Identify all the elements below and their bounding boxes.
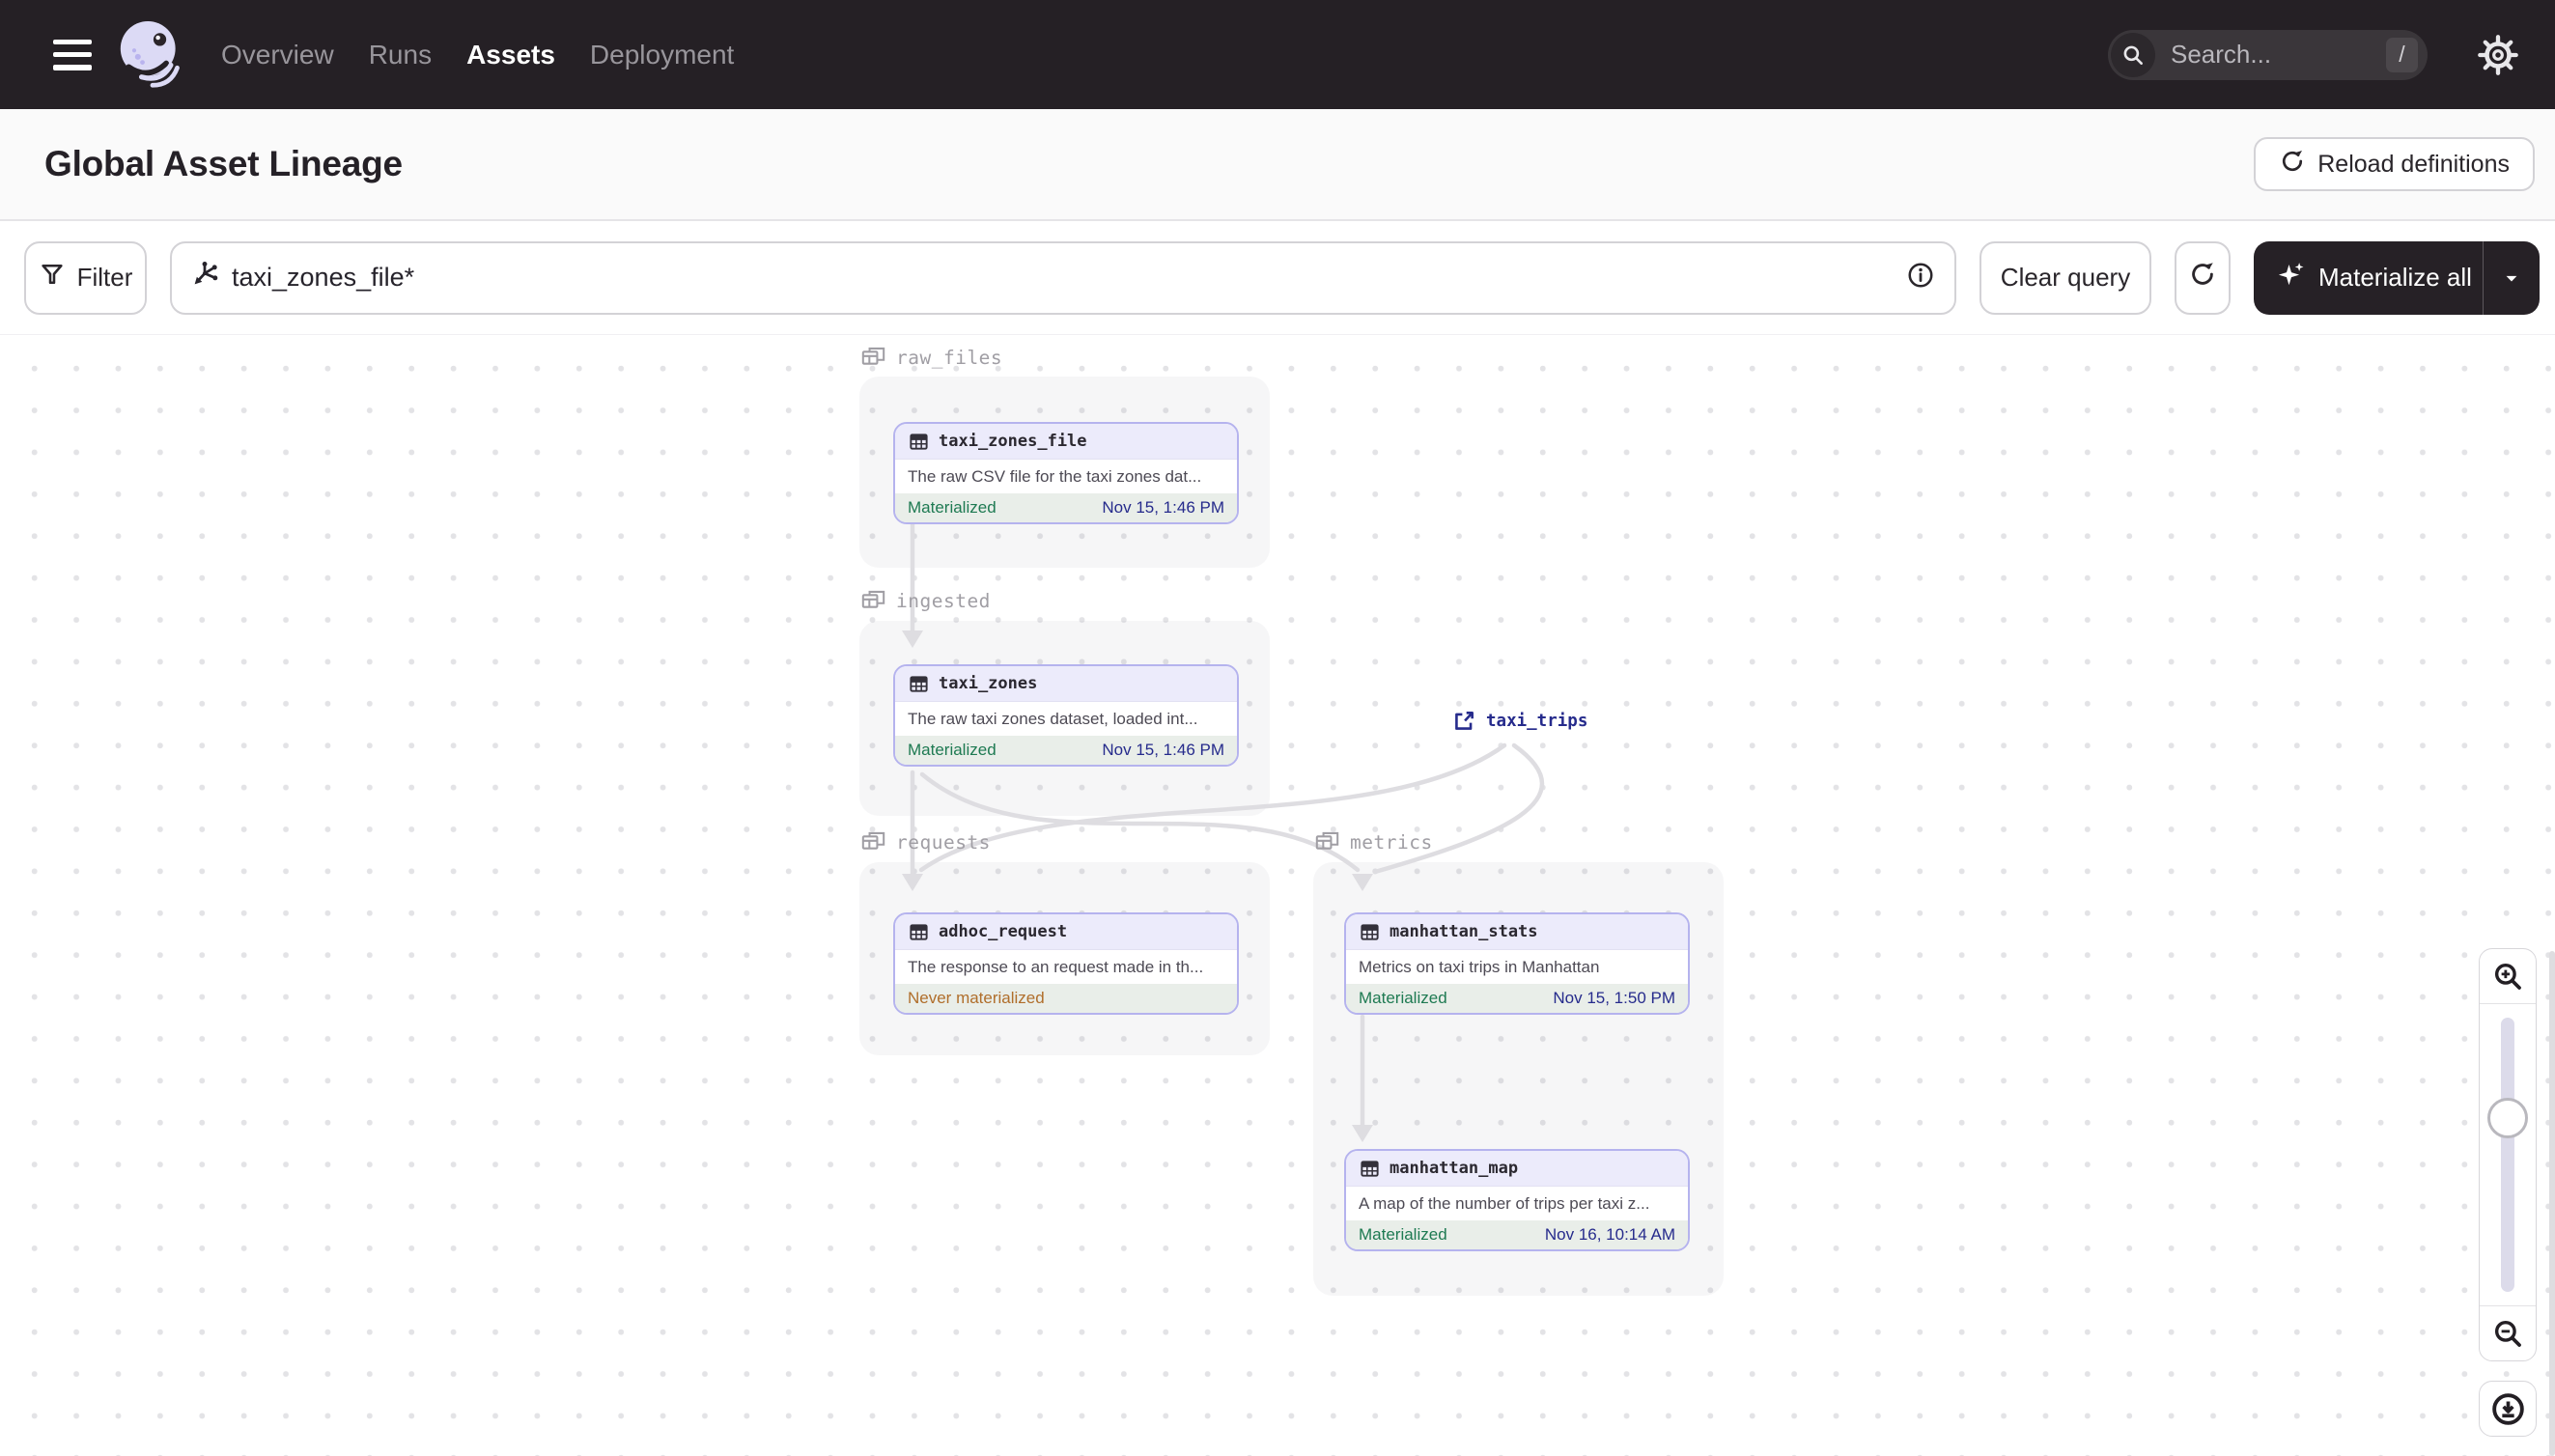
canvas-scrollbar[interactable] — [2549, 951, 2555, 1456]
zoom-slider-track[interactable] — [2501, 1018, 2514, 1292]
sparkle-icon — [2277, 260, 2306, 295]
filter-funnel-icon — [39, 261, 66, 294]
info-icon[interactable] — [1906, 261, 1935, 294]
lineage-edges — [902, 521, 1545, 1142]
search-placeholder: Search... — [2171, 40, 2272, 69]
clear-query-button[interactable]: Clear query — [1979, 240, 2151, 315]
nav-item-overview[interactable]: Overview — [221, 40, 334, 70]
nav-links: Overview Runs Assets Deployment — [221, 40, 734, 70]
status-badge: Materialized — [1359, 1225, 1447, 1244]
page-title: Global Asset Lineage — [44, 144, 403, 183]
dagster-logo-icon[interactable] — [117, 18, 186, 92]
table-icon — [910, 675, 928, 692]
status-badge: Never materialized — [908, 989, 1045, 1007]
external-link-icon — [1455, 712, 1474, 730]
zoom-out-button[interactable] — [2480, 1305, 2536, 1360]
lineage-toolbar: Filter taxi_zones_file* Clear query Mate… — [0, 221, 2555, 335]
asset-group-icon — [861, 347, 885, 365]
zoom-slider-handle[interactable] — [2487, 1098, 2528, 1138]
group-label-ingested[interactable]: ingested — [860, 584, 991, 617]
group-label-requests[interactable]: requests — [860, 826, 991, 858]
status-badge: Materialized — [908, 498, 997, 517]
zoom-in-icon — [2494, 963, 2521, 990]
nav-item-assets[interactable]: Assets — [466, 40, 555, 70]
status-badge: Materialized — [1359, 989, 1447, 1007]
refresh-button[interactable] — [2175, 240, 2231, 315]
hamburger-menu-icon[interactable] — [53, 39, 92, 70]
asset-node-taxi_zones_file[interactable]: taxi_zones_file The raw CSV file for the… — [893, 422, 1239, 524]
search-shortcut-badge: / — [2386, 37, 2418, 72]
zoom-in-button[interactable] — [2480, 949, 2536, 1004]
page-header: Global Asset Lineage Reload definitions — [0, 109, 2555, 221]
asset-group-icon — [1315, 831, 1339, 850]
asset-group-icon — [861, 590, 885, 608]
caret-down-icon — [2506, 275, 2517, 281]
search-input[interactable]: Search... / — [2108, 29, 2428, 80]
lineage-canvas[interactable]: raw_files ingested requests metrics taxi… — [0, 335, 2555, 1456]
top-nav: Overview Runs Assets Deployment Search..… — [0, 0, 2555, 109]
query-value: taxi_zones_file* — [232, 263, 415, 292]
materialize-all-main[interactable]: Materialize all — [2254, 260, 2483, 295]
zoom-out-icon — [2494, 1320, 2521, 1347]
zoom-panel — [2479, 948, 2537, 1361]
asset-node-manhattan_stats[interactable]: manhattan_stats Metrics on taxi trips in… — [1344, 912, 1690, 1015]
download-icon — [2491, 1392, 2524, 1425]
search-icon — [2111, 32, 2155, 77]
asset-group-icon — [861, 831, 885, 850]
reload-definitions-button[interactable]: Reload definitions — [2254, 137, 2535, 191]
asset-node-adhoc_request[interactable]: adhoc_request The response to an request… — [893, 912, 1239, 1015]
zoom-slider[interactable] — [2480, 1004, 2536, 1305]
nav-item-runs[interactable]: Runs — [369, 40, 432, 70]
materialize-dropdown-caret[interactable] — [2483, 240, 2540, 315]
nav-item-deployment[interactable]: Deployment — [590, 40, 734, 70]
settings-gear-icon[interactable] — [2476, 33, 2520, 77]
refresh-icon — [2188, 260, 2217, 295]
group-label-metrics[interactable]: metrics — [1314, 826, 1433, 858]
materialization-timestamp: Nov 15, 1:46 PM — [1102, 498, 1224, 517]
table-icon — [1361, 1160, 1379, 1177]
asset-selection-query-input[interactable]: taxi_zones_file* — [170, 240, 1956, 315]
table-icon — [910, 923, 928, 940]
table-icon — [1361, 923, 1379, 940]
group-label-raw_files[interactable]: raw_files — [860, 341, 1002, 374]
materialization-timestamp: Nov 15, 1:50 PM — [1553, 989, 1675, 1007]
asset-node-taxi_zones[interactable]: taxi_zones The raw taxi zones dataset, l… — [893, 664, 1239, 767]
asset-node-manhattan_map[interactable]: manhattan_map A map of the number of tri… — [1344, 1149, 1690, 1251]
materialize-all-button[interactable]: Materialize all — [2254, 240, 2540, 315]
table-icon — [910, 433, 928, 450]
filter-button[interactable]: Filter — [24, 240, 147, 315]
asset-graph-query-icon — [189, 260, 220, 295]
download-image-button[interactable] — [2479, 1381, 2537, 1437]
materialization-timestamp: Nov 16, 10:14 AM — [1544, 1225, 1675, 1244]
reload-icon — [2279, 148, 2306, 182]
materialization-timestamp: Nov 15, 1:46 PM — [1102, 741, 1224, 759]
status-badge: Materialized — [908, 741, 997, 759]
external-asset-taxi_trips[interactable]: taxi_trips — [1451, 702, 1587, 741]
